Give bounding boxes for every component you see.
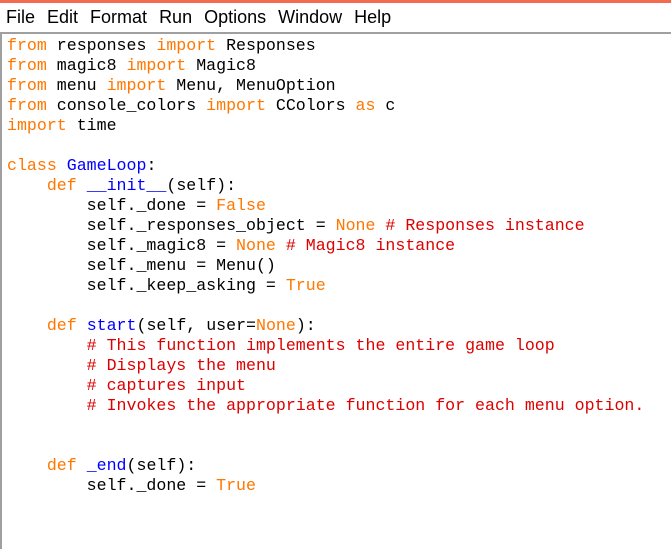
menu-edit[interactable]: Edit bbox=[41, 7, 84, 28]
code-line: # Displays the menu bbox=[7, 356, 644, 376]
code-text-area[interactable]: from responses import Responses from magi… bbox=[7, 36, 644, 496]
code-keyword: as bbox=[355, 96, 376, 115]
code-keyword: from bbox=[7, 36, 47, 55]
code-text: self._menu = Menu() bbox=[7, 256, 276, 275]
menu-file[interactable]: File bbox=[0, 7, 41, 28]
code-comment: # Responses instance bbox=[375, 216, 585, 235]
code-keyword: from bbox=[7, 56, 47, 75]
menu-format[interactable]: Format bbox=[84, 7, 153, 28]
code-text: Menu, MenuOption bbox=[166, 76, 336, 95]
code-comment: # captures input bbox=[86, 376, 246, 395]
code-line: from magic8 import Magic8 bbox=[7, 56, 644, 76]
code-keyword: from bbox=[7, 96, 47, 115]
code-line: self._done = False bbox=[7, 196, 644, 216]
menu-run[interactable]: Run bbox=[153, 7, 198, 28]
code-line: from responses import Responses bbox=[7, 36, 644, 56]
code-editor[interactable]: from responses import Responses from magi… bbox=[0, 34, 671, 549]
menu-bar: File Edit Format Run Options Window Help bbox=[0, 3, 671, 34]
code-text: console_colors bbox=[46, 96, 207, 115]
code-keyword: import bbox=[7, 116, 67, 135]
code-line: # This function implements the entire ga… bbox=[7, 336, 644, 356]
code-keyword: None bbox=[236, 236, 276, 255]
code-definition: _end bbox=[86, 456, 127, 475]
menu-help[interactable]: Help bbox=[348, 7, 397, 28]
code-line: from menu import Menu, MenuOption bbox=[7, 76, 644, 96]
code-text: self._responses_object = bbox=[7, 216, 336, 235]
code-comment: # This function implements the entire ga… bbox=[86, 336, 555, 355]
code-text: self._done = bbox=[7, 196, 217, 215]
code-text: responses bbox=[46, 36, 157, 55]
code-keyword: import bbox=[156, 36, 217, 55]
code-comment: # Displays the menu bbox=[86, 356, 276, 375]
code-definition: __init__ bbox=[86, 176, 167, 195]
code-line: def _end(self): bbox=[7, 456, 644, 476]
code-keyword: True bbox=[216, 476, 256, 495]
code-keyword: import bbox=[206, 96, 266, 115]
code-text: c bbox=[375, 96, 396, 115]
code-keyword: def bbox=[46, 456, 77, 475]
code-text: self._keep_asking = bbox=[7, 276, 286, 295]
code-line: def __init__(self): bbox=[7, 176, 644, 196]
code-keyword: def bbox=[46, 316, 77, 335]
code-text: self._done = bbox=[7, 476, 217, 495]
code-line: import time bbox=[7, 116, 644, 136]
code-text: menu bbox=[46, 76, 107, 95]
code-text: Magic8 bbox=[186, 56, 256, 75]
code-keyword: True bbox=[285, 276, 326, 295]
code-line: # Invokes the appropriate function for e… bbox=[7, 396, 645, 416]
code-keyword: class bbox=[7, 156, 57, 175]
code-comment: # Magic8 instance bbox=[275, 236, 456, 255]
code-keyword: None bbox=[335, 216, 376, 235]
code-text: CColors bbox=[265, 96, 356, 115]
code-definition: GameLoop bbox=[66, 156, 147, 175]
code-text: ): bbox=[295, 316, 316, 335]
code-text: self._magic8 = bbox=[7, 236, 237, 255]
code-text: (self): bbox=[166, 176, 237, 195]
code-line: class GameLoop: bbox=[7, 156, 644, 176]
code-line: self._responses_object = None # Response… bbox=[7, 216, 644, 236]
code-comment: # Invokes the appropriate function for e… bbox=[86, 396, 645, 415]
code-keyword: import bbox=[126, 56, 187, 75]
code-keyword: None bbox=[255, 316, 296, 335]
code-line: # captures input bbox=[7, 376, 644, 396]
code-text: (self, user= bbox=[136, 316, 256, 335]
code-line: self._done = True bbox=[7, 476, 644, 496]
code-line: def start(self, user=None): bbox=[7, 316, 644, 336]
code-keyword: False bbox=[216, 196, 266, 215]
code-line: self._keep_asking = True bbox=[7, 276, 644, 296]
code-text: time bbox=[66, 116, 117, 135]
code-keyword: import bbox=[106, 76, 167, 95]
code-line: from console_colors import CColors as c bbox=[7, 96, 644, 116]
code-line: self._magic8 = None # Magic8 instance bbox=[7, 236, 644, 256]
code-text: (self): bbox=[126, 456, 197, 475]
code-text: magic8 bbox=[46, 56, 127, 75]
code-line: self._menu = Menu() bbox=[7, 256, 644, 276]
menu-window[interactable]: Window bbox=[272, 7, 348, 28]
code-keyword: from bbox=[7, 76, 47, 95]
menu-options[interactable]: Options bbox=[198, 7, 272, 28]
code-definition: start bbox=[86, 316, 137, 335]
code-text: : bbox=[146, 156, 157, 175]
code-text: Responses bbox=[216, 36, 316, 55]
code-keyword: def bbox=[46, 176, 77, 195]
